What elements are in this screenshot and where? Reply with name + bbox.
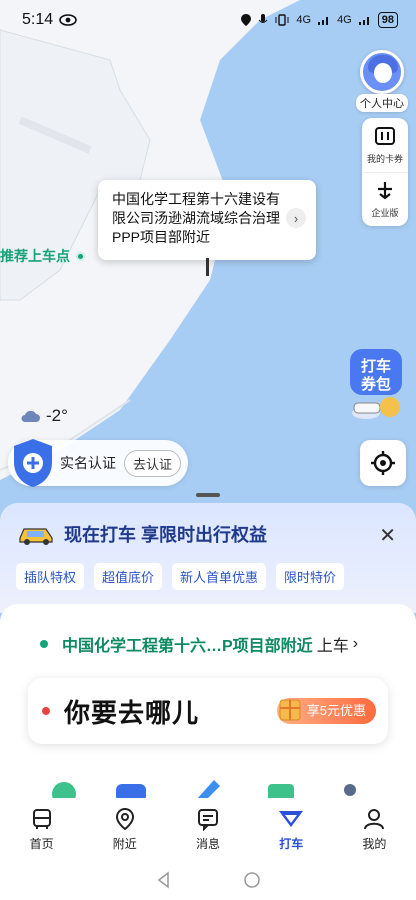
shield-icon: [14, 439, 52, 487]
coupons-button[interactable]: 我的卡券: [362, 118, 408, 172]
taxi-icon: [279, 810, 304, 827]
profile-label: 个人中心: [356, 94, 408, 112]
ride-coupon-pack[interactable]: 打车 券包: [346, 345, 406, 425]
profile-button[interactable]: 个人中心: [356, 50, 408, 112]
chevron-right-icon[interactable]: ›: [286, 208, 306, 228]
promo-chip[interactable]: 新人首单优惠: [172, 563, 267, 590]
side-tool-panel: 我的卡券 企业版: [362, 118, 408, 226]
taxi-car-icon: [19, 528, 53, 545]
coupons-label: 我的卡券: [366, 153, 403, 164]
gift-icon: [279, 699, 301, 721]
signal-icon-2: [358, 17, 369, 25]
eye-icon: [59, 14, 77, 26]
enterprise-button[interactable]: 企业版: [362, 172, 408, 226]
mic-icon: [258, 14, 268, 23]
destination-input[interactable]: 你要去哪儿 享5元优惠: [28, 678, 388, 744]
nav-nearby[interactable]: 附近: [83, 798, 166, 860]
home-icon[interactable]: [243, 871, 261, 889]
verify-button[interactable]: 去认证: [124, 449, 182, 477]
locate-me-button[interactable]: [360, 440, 406, 486]
nav-me[interactable]: 我的: [333, 798, 416, 860]
system-gesture-bar: [0, 860, 416, 900]
chevron-right-icon: ›: [352, 635, 359, 652]
pickup-suffix: 上车: [316, 638, 349, 655]
destination-dot: [42, 707, 50, 715]
pack-label-bottom: 券包: [361, 375, 391, 393]
recommend-dot: [76, 251, 85, 261]
drag-handle[interactable]: [196, 493, 220, 497]
avatar: [360, 50, 404, 94]
promo-title-row: 现在打车 享限时出行权益: [16, 521, 267, 547]
nav-label: 首页: [29, 836, 54, 851]
message-icon: [198, 808, 218, 831]
pickup-dot: [40, 640, 48, 648]
battery-level: 98: [377, 12, 398, 28]
cloud-icon: [21, 410, 40, 422]
recommended-pickup-point[interactable]: 推荐上车点: [0, 246, 85, 266]
close-icon[interactable]: ✕: [379, 523, 396, 548]
location-pin-icon: [115, 807, 134, 830]
promo-chip[interactable]: 限时特价: [276, 563, 345, 590]
verify-label: 实名认证: [60, 455, 116, 471]
coupon-pack-icon: 打车 券包: [350, 349, 402, 419]
vibrate-icon: [275, 14, 289, 26]
temperature: -2°: [46, 406, 68, 425]
promo-chip[interactable]: 插队特权: [16, 563, 85, 590]
destination-prompt: 你要去哪儿: [64, 697, 200, 728]
promo-title: 现在打车 享限时出行权益: [64, 525, 267, 545]
ride-card: 中国化学工程第十六…P项目部附近 上车 › 你要去哪儿 享5元优惠: [0, 604, 416, 804]
map-pin: [206, 258, 209, 276]
crosshair-icon: [371, 451, 395, 475]
nav-label: 消息: [196, 836, 221, 851]
nav-label: 我的: [362, 836, 387, 851]
popup-address: 中国化学工程第十六建设有限公司汤逊湖流域综合治理PPP项目部附近: [112, 191, 280, 245]
status-bar: 5:14 4G 4G 98: [0, 0, 416, 40]
card-icon: [375, 126, 395, 145]
promo-banner[interactable]: 现在打车 享限时出行权益 ✕ 插队特权 超值底价 新人首单优惠 限时特价: [0, 503, 416, 613]
discount-badge[interactable]: 享5元优惠: [276, 698, 376, 724]
nav-taxi[interactable]: 打车: [250, 798, 333, 860]
back-icon[interactable]: [155, 871, 173, 889]
real-name-verification-banner[interactable]: 实名认证 去认证: [8, 439, 188, 487]
nav-label: 打车: [279, 836, 304, 851]
pickup-address: 中国化学工程第十六…P项目部附近: [62, 638, 313, 655]
recommend-label: 推荐上车点: [0, 248, 70, 264]
nav-messages[interactable]: 消息: [166, 798, 249, 860]
bottom-nav: 首页 附近 消息 打车 我的: [0, 798, 416, 860]
enterprise-label: 企业版: [371, 208, 399, 218]
enterprise-icon: [378, 182, 392, 200]
pickup-address-popup[interactable]: 中国化学工程第十六建设有限公司汤逊湖流域综合治理PPP项目部附近 ›: [98, 180, 316, 260]
promo-chip[interactable]: 超值底价: [94, 563, 163, 590]
bus-icon: [32, 808, 51, 829]
pack-label-top: 打车: [361, 357, 391, 375]
signal-icon: [318, 17, 329, 25]
network-label: 4G: [296, 14, 312, 26]
pickup-row[interactable]: 中国化学工程第十六…P项目部附近 上车 ›: [40, 632, 376, 656]
network-label-2: 4G: [337, 14, 352, 26]
person-icon: [364, 808, 385, 829]
weather-widget: -2°: [20, 406, 68, 426]
clock: 5:14: [22, 11, 54, 28]
discount-label: 享5元优惠: [306, 703, 366, 718]
nav-label: 附近: [112, 836, 137, 851]
promo-chips: 插队特权 超值底价 新人首单优惠 限时特价: [16, 563, 345, 590]
location-icon: [241, 14, 252, 26]
nav-home[interactable]: 首页: [0, 798, 83, 860]
